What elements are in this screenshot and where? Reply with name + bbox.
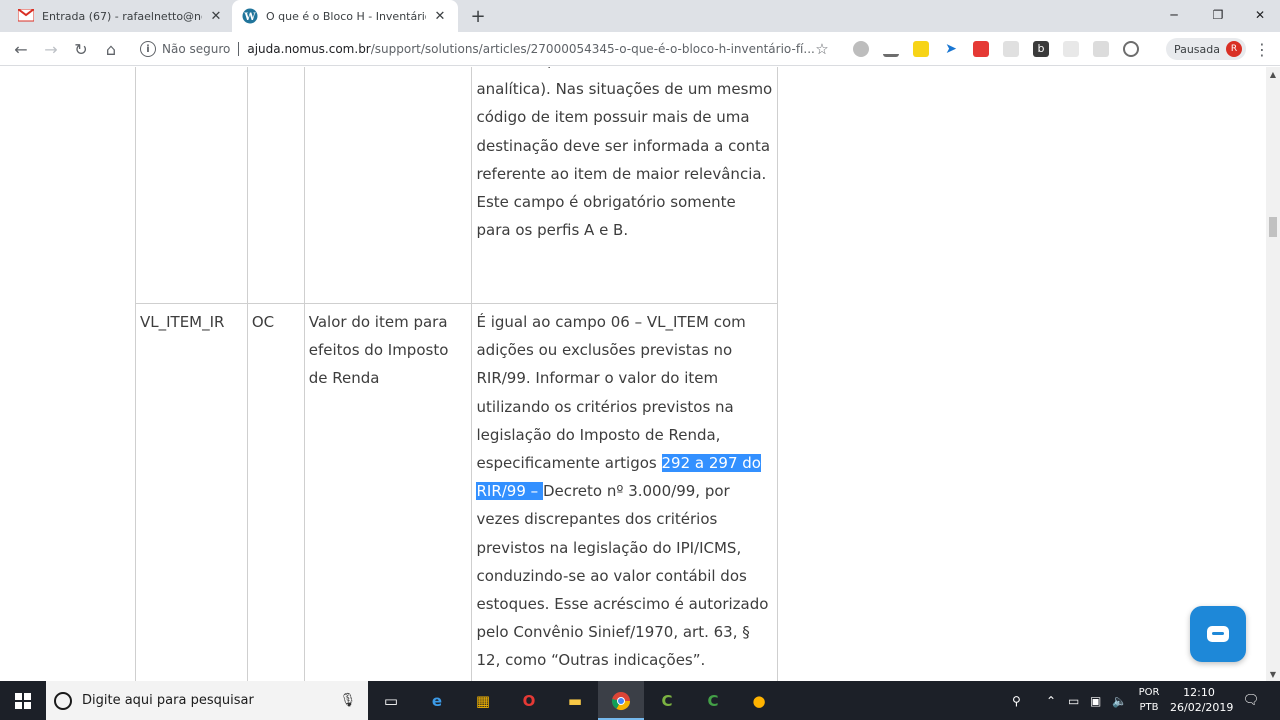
tab-active-article[interactable]: W O que é o Bloco H - Inventário físico … bbox=[232, 0, 458, 32]
table-row: VL_ITEM_IR OC Valor do item para efeitos… bbox=[136, 304, 778, 681]
address-bar[interactable]: i Não seguro ajuda.nomus.com.br /support… bbox=[134, 36, 838, 62]
clock[interactable]: 12:10 26/02/2019 bbox=[1170, 685, 1234, 715]
extension-b-icon[interactable]: b bbox=[1033, 41, 1049, 57]
bookmark-star-icon[interactable]: ☆ bbox=[812, 37, 832, 61]
minimize-button[interactable]: ─ bbox=[1152, 0, 1196, 30]
fields-table: sintética (nível acima da conta analític… bbox=[135, 67, 778, 681]
network-icon[interactable]: ▣ bbox=[1090, 681, 1101, 720]
extension-chat-icon[interactable] bbox=[1063, 41, 1079, 57]
extension-arrow-icon[interactable]: ➤ bbox=[943, 41, 959, 57]
extension-chart-icon[interactable] bbox=[883, 41, 899, 57]
task-view-icon[interactable]: ▭ bbox=[368, 681, 414, 720]
table-cell-description[interactable]: É igual ao campo 06 – VL_ITEM com adiçõe… bbox=[472, 304, 778, 681]
taskbar-search-input[interactable]: Digite aqui para pesquisar 🎙 bbox=[46, 681, 368, 720]
tab-gmail[interactable]: Entrada (67) - rafaelnetto@nomus ✕ bbox=[8, 0, 234, 32]
windows-taskbar: Digite aqui para pesquisar 🎙 ▭ e ▦ O ▬ C… bbox=[0, 681, 1280, 720]
close-icon[interactable]: ✕ bbox=[208, 8, 224, 24]
vertical-scrollbar[interactable]: ▲ ▼ bbox=[1266, 67, 1280, 681]
people-icon[interactable]: ⚲ bbox=[1012, 681, 1021, 720]
desc-text: Decreto nº 3.000/99, por vezes discrepan… bbox=[476, 482, 769, 670]
language-indicator[interactable]: POR PTB bbox=[1134, 685, 1164, 715]
chrome-icon[interactable] bbox=[598, 681, 644, 720]
tab-title: Entrada (67) - rafaelnetto@nomus bbox=[42, 9, 202, 23]
table-cell bbox=[305, 67, 473, 303]
tab-title: O que é o Bloco H - Inventário físico bbox=[266, 9, 426, 23]
gmail-icon bbox=[18, 8, 34, 24]
scroll-down-icon[interactable]: ▼ bbox=[1266, 667, 1280, 681]
notification-icon[interactable]: 🗨 bbox=[1236, 681, 1266, 720]
separator bbox=[238, 42, 240, 56]
new-tab-button[interactable]: + bbox=[468, 6, 488, 27]
extension-bank-icon[interactable] bbox=[913, 41, 929, 57]
cortana-icon bbox=[54, 691, 72, 710]
volume-icon[interactable]: 🔈 bbox=[1112, 681, 1127, 720]
reload-button[interactable]: ↻ bbox=[69, 37, 93, 61]
extension-aperture-icon[interactable] bbox=[1123, 41, 1139, 57]
table-cell bbox=[136, 67, 248, 303]
home-button[interactable]: ⌂ bbox=[99, 37, 123, 61]
search-placeholder: Digite aqui para pesquisar bbox=[82, 693, 254, 708]
extension-stripes-icon[interactable] bbox=[1003, 41, 1019, 57]
url-host: ajuda.nomus.com.br bbox=[247, 42, 371, 56]
menu-dots-icon[interactable]: ⋮ bbox=[1254, 38, 1270, 60]
camtasia-icon[interactable]: C bbox=[644, 681, 690, 720]
chat-app-icon[interactable]: ● bbox=[736, 681, 782, 720]
opera-icon[interactable]: O bbox=[506, 681, 552, 720]
file-explorer-icon[interactable]: ▬ bbox=[552, 681, 598, 720]
wordpress-icon: W bbox=[242, 8, 258, 24]
start-button[interactable] bbox=[0, 681, 46, 720]
tab-strip: Entrada (67) - rafaelnetto@nomus ✕ W O q… bbox=[0, 0, 1280, 32]
scrollbar-thumb[interactable] bbox=[1269, 217, 1277, 237]
clock-time: 12:10 bbox=[1183, 686, 1215, 699]
table-cell-type: OC bbox=[248, 304, 305, 681]
extension-puzzle-icon[interactable] bbox=[1093, 41, 1109, 57]
table-cell bbox=[248, 67, 305, 303]
close-icon[interactable]: ✕ bbox=[432, 8, 448, 24]
chevron-up-icon[interactable]: ⌃ bbox=[1046, 681, 1056, 720]
edge-icon[interactable]: e bbox=[414, 681, 460, 720]
back-button[interactable]: ← bbox=[9, 37, 33, 61]
table-cell-label: Valor do item para efeitos do Imposto de… bbox=[305, 304, 473, 681]
keyboard-layout: PTB bbox=[1139, 702, 1159, 713]
extension-circle-icon[interactable] bbox=[853, 41, 869, 57]
svg-text:W: W bbox=[243, 12, 256, 23]
extension-video-icon[interactable] bbox=[973, 41, 989, 57]
avatar: R bbox=[1226, 41, 1242, 57]
table-row: sintética (nível acima da conta analític… bbox=[136, 67, 778, 304]
battery-icon[interactable]: ▭ bbox=[1068, 681, 1079, 720]
microphone-icon[interactable]: 🎙 bbox=[339, 693, 356, 708]
windows-icon bbox=[15, 692, 31, 709]
url-path: /support/solutions/articles/27000054345-… bbox=[370, 42, 815, 56]
close-window-button[interactable]: ✕ bbox=[1238, 0, 1280, 30]
desc-text: É igual ao campo 06 – VL_ITEM com adiçõe… bbox=[476, 313, 746, 473]
chat-widget-button[interactable] bbox=[1190, 606, 1246, 662]
forward-button[interactable]: → bbox=[39, 37, 63, 61]
scroll-up-icon[interactable]: ▲ bbox=[1266, 67, 1280, 81]
browser-toolbar: ← → ↻ ⌂ i Não seguro ajuda.nomus.com.br … bbox=[0, 32, 1280, 66]
profile-button[interactable]: Pausada R bbox=[1166, 38, 1246, 60]
page-viewport: sintética (nível acima da conta analític… bbox=[0, 67, 1266, 681]
chat-icon bbox=[1207, 626, 1229, 642]
table-cell-description: sintética (nível acima da conta analític… bbox=[472, 67, 778, 303]
profile-status: Pausada bbox=[1173, 42, 1220, 56]
store-icon[interactable]: ▦ bbox=[460, 681, 506, 720]
recorder-icon[interactable]: C bbox=[690, 681, 736, 720]
table-cell-field: VL_ITEM_IR bbox=[136, 304, 248, 681]
security-label: Não seguro bbox=[162, 42, 231, 56]
clock-date: 26/02/2019 bbox=[1170, 701, 1234, 714]
maximize-button[interactable]: ❐ bbox=[1196, 0, 1240, 30]
info-icon[interactable]: i bbox=[140, 41, 156, 57]
language-code: POR bbox=[1138, 687, 1160, 698]
